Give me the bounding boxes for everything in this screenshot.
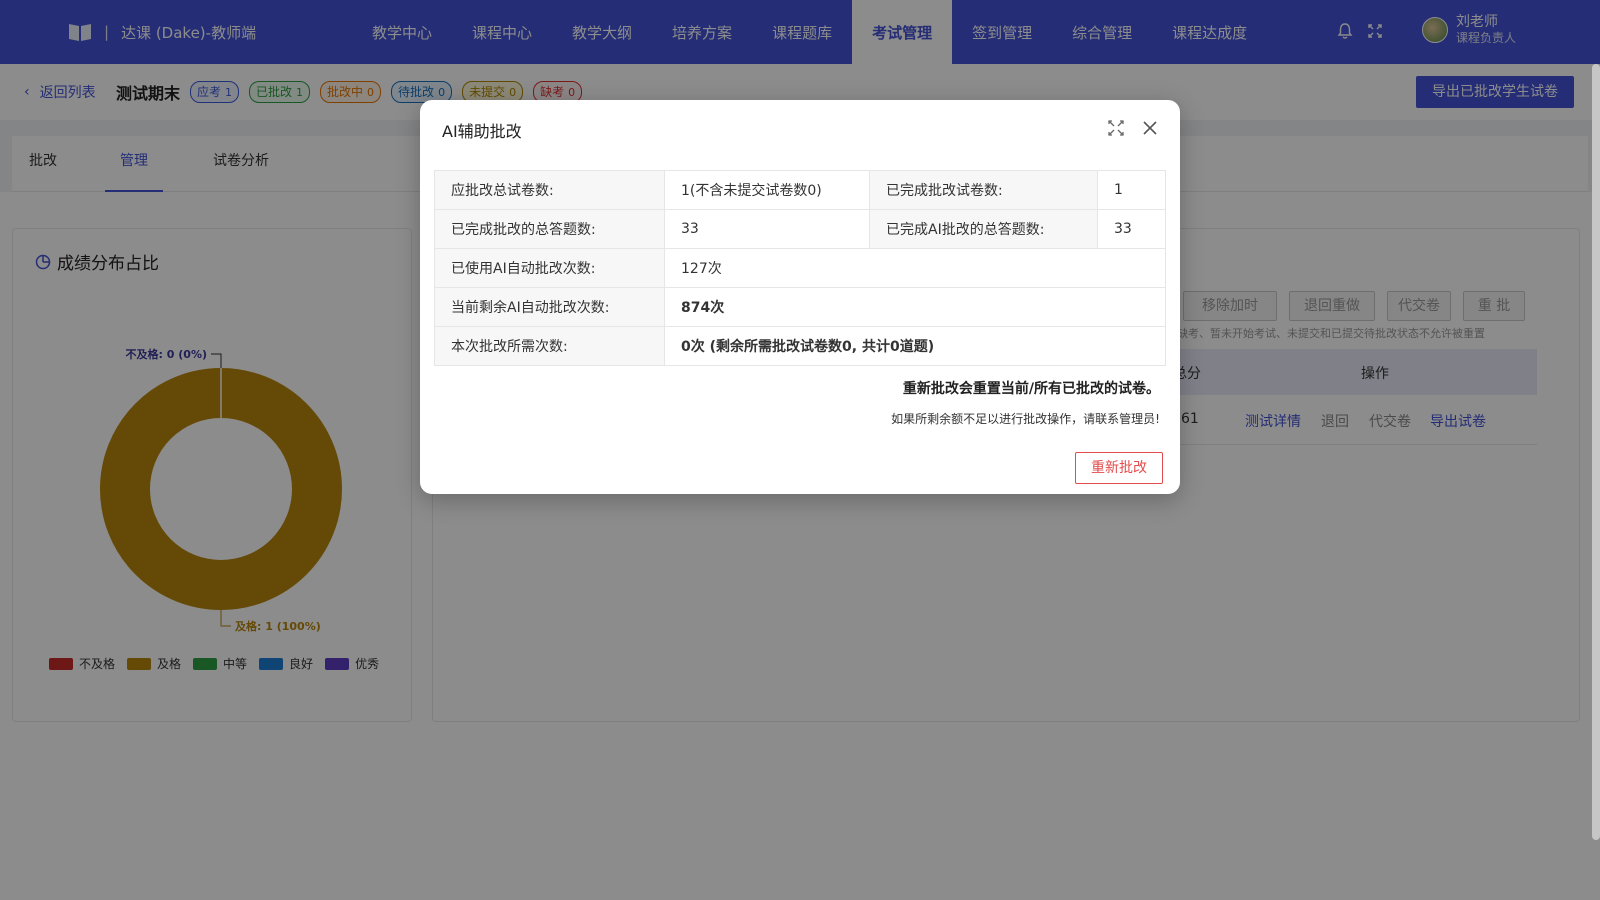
label-graded-papers: 已完成批改试卷数:	[869, 170, 1098, 210]
value-ai-remaining: 874次	[664, 287, 1166, 327]
page-scrollbar[interactable]	[1592, 64, 1600, 840]
value-required-count: 0次 (剩余所需批改试卷数0, 共计0道题)	[664, 326, 1166, 366]
regrade-warning: 重新批改会重置当前/所有已批改的试卷。	[902, 381, 1160, 397]
value-graded-papers: 1	[1097, 170, 1166, 210]
table-row: 当前剩余AI自动批改次数: 874次	[434, 287, 1166, 327]
dialog-title: AI辅助批改	[442, 122, 522, 141]
ai-grading-dialog: AI辅助批改 应批改总试卷数: 1(不含未提交试卷数0) 已完成批改试卷数: 1…	[420, 100, 1180, 494]
value-total-papers: 1(不含未提交试卷数0)	[664, 170, 870, 210]
label-required-count: 本次批改所需次数:	[434, 326, 665, 366]
label-ai-used: 已使用AI自动批改次数:	[434, 248, 665, 288]
label-ai-graded-answers: 已完成AI批改的总答题数:	[869, 209, 1098, 249]
table-row: 已完成批改的总答题数: 33 已完成AI批改的总答题数: 33	[434, 209, 1166, 249]
label-graded-answers: 已完成批改的总答题数:	[434, 209, 665, 249]
table-row: 本次批改所需次数: 0次 (剩余所需批改试卷数0, 共计0道题)	[434, 326, 1166, 366]
label-ai-remaining: 当前剩余AI自动批改次数:	[434, 287, 665, 327]
table-row: 应批改总试卷数: 1(不含未提交试卷数0) 已完成批改试卷数: 1	[434, 170, 1166, 210]
table-row: 已使用AI自动批改次数: 127次	[434, 248, 1166, 288]
contact-admin-note: 如果所剩余额不足以进行批改操作，请联系管理员!	[891, 412, 1160, 426]
value-ai-graded-answers: 33	[1097, 209, 1166, 249]
regrade-button[interactable]: 重新批改	[1075, 452, 1163, 484]
label-total-papers: 应批改总试卷数:	[434, 170, 665, 210]
value-ai-used: 127次	[664, 248, 1166, 288]
close-icon[interactable]	[1140, 118, 1160, 138]
grading-info-table: 应批改总试卷数: 1(不含未提交试卷数0) 已完成批改试卷数: 1 已完成批改的…	[434, 170, 1166, 366]
value-graded-answers: 33	[664, 209, 870, 249]
expand-icon[interactable]	[1106, 118, 1126, 138]
